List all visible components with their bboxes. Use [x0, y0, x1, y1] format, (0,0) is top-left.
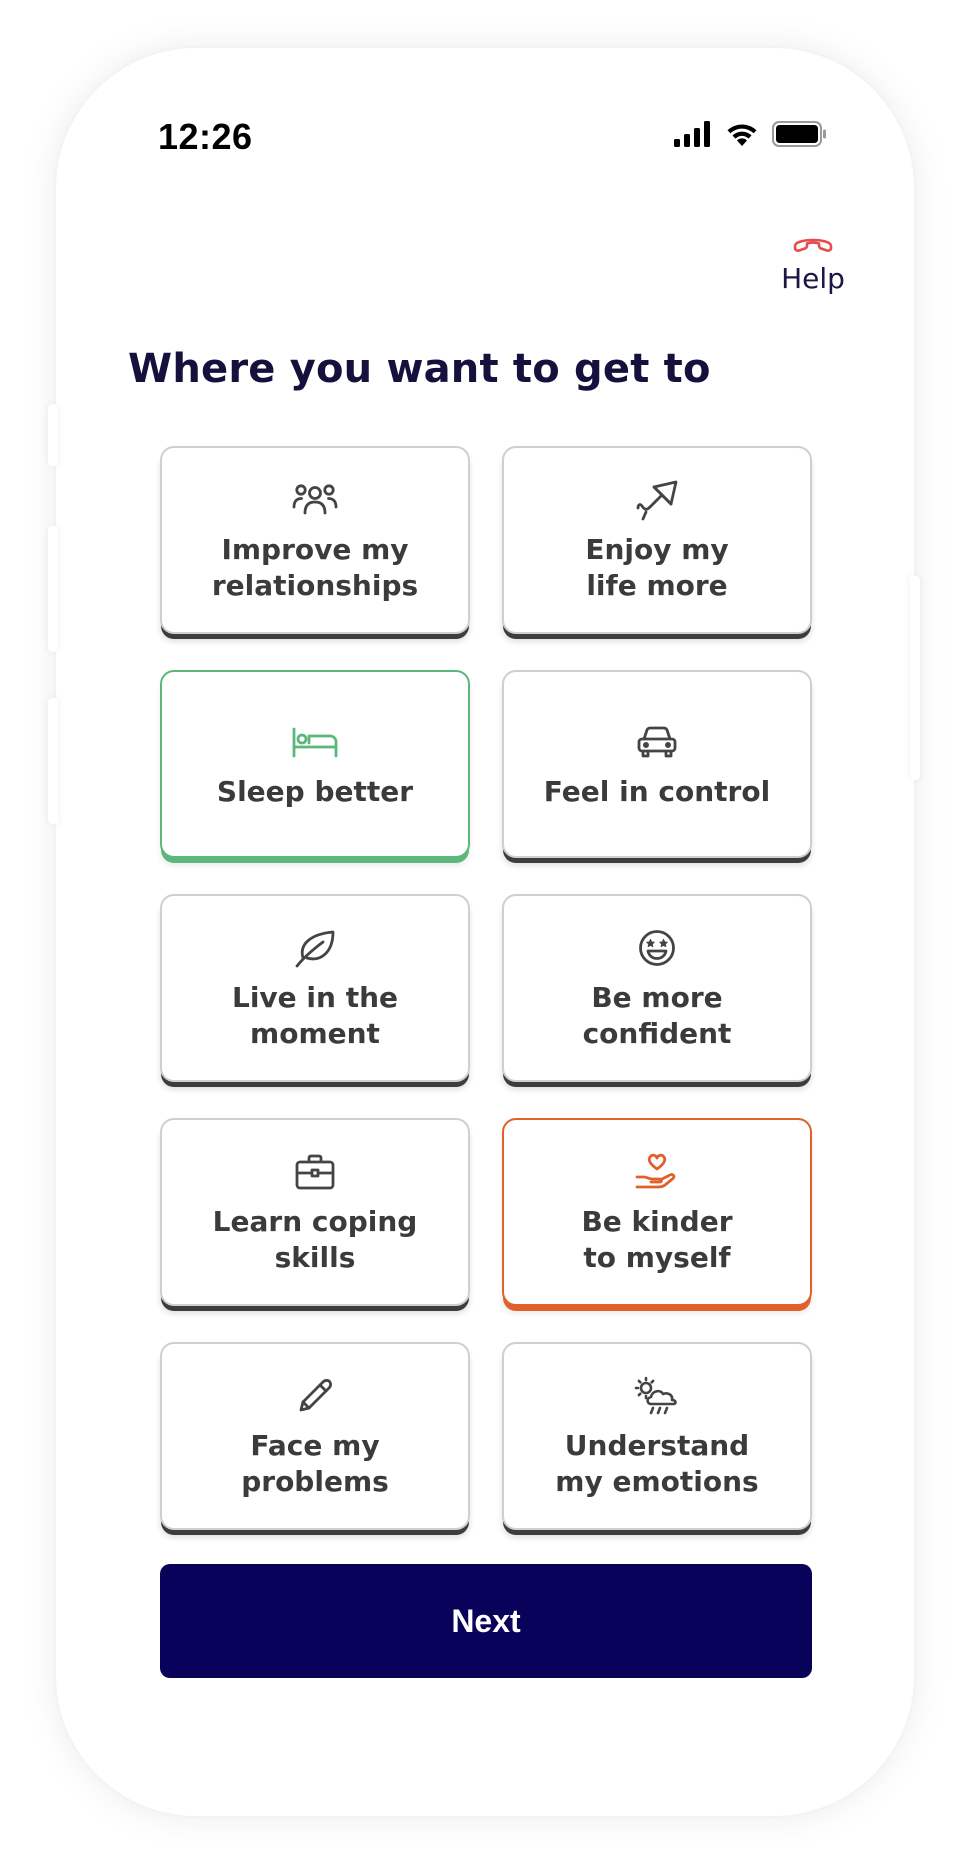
battery-icon [772, 120, 828, 151]
goal-card-sleep-better[interactable]: Sleep better [160, 670, 470, 858]
smiley-star-eyes-icon [633, 924, 681, 972]
goal-label: Understand my emotions [555, 1429, 759, 1498]
goal-card-be-more-confident[interactable]: Be more confident [502, 894, 812, 1082]
status-bar: 12:26 [158, 112, 828, 162]
goal-label: Be kinder to myself [581, 1205, 733, 1274]
goal-card-feel-in-control[interactable]: Feel in control [502, 670, 812, 858]
goal-card-improve-relationships[interactable]: Improve my relationships [160, 446, 470, 634]
next-button[interactable]: Next [160, 1564, 812, 1678]
goal-label: Enjoy my life more [585, 533, 729, 602]
signal-icon [674, 120, 712, 151]
goal-label: Be more confident [582, 981, 732, 1050]
phone-hangup-icon [792, 238, 834, 258]
car-icon [633, 718, 681, 766]
briefcase-icon [291, 1148, 339, 1196]
goal-label: Live in the moment [231, 981, 399, 1050]
side-button-mute [48, 404, 58, 466]
side-button-volume-down [48, 698, 58, 824]
goal-card-face-my-problems[interactable]: Face my problems [160, 1342, 470, 1530]
status-icons [674, 120, 828, 151]
page-title: Where you want to get to [128, 346, 711, 392]
goal-label: Face my problems [241, 1429, 389, 1498]
leaf-icon [291, 924, 339, 972]
pencil-icon [291, 1372, 339, 1420]
goal-label: Sleep better [216, 775, 414, 808]
bed-icon [291, 718, 339, 766]
help-label: Help [781, 262, 845, 295]
goal-card-be-kinder-to-myself[interactable]: Be kinder to myself [502, 1118, 812, 1306]
people-group-icon [291, 476, 339, 524]
weather-sun-rain-cloud-icon [633, 1372, 681, 1420]
goal-label: Improve my relationships [211, 533, 419, 602]
heart-hand-icon [633, 1148, 681, 1196]
side-button-power [910, 576, 920, 780]
goal-label: Feel in control [543, 775, 771, 808]
wifi-icon [724, 120, 760, 151]
goal-card-learn-coping-skills[interactable]: Learn coping skills [160, 1118, 470, 1306]
status-time: 12:26 [158, 116, 253, 157]
kite-icon [633, 476, 681, 524]
help-button[interactable]: Help [770, 232, 856, 295]
side-button-volume-up [48, 526, 58, 652]
goal-card-live-in-moment[interactable]: Live in the moment [160, 894, 470, 1082]
goal-card-understand-emotions[interactable]: Understand my emotions [502, 1342, 812, 1530]
goal-label: Learn coping skills [212, 1205, 418, 1274]
goal-card-enjoy-life[interactable]: Enjoy my life more [502, 446, 812, 634]
